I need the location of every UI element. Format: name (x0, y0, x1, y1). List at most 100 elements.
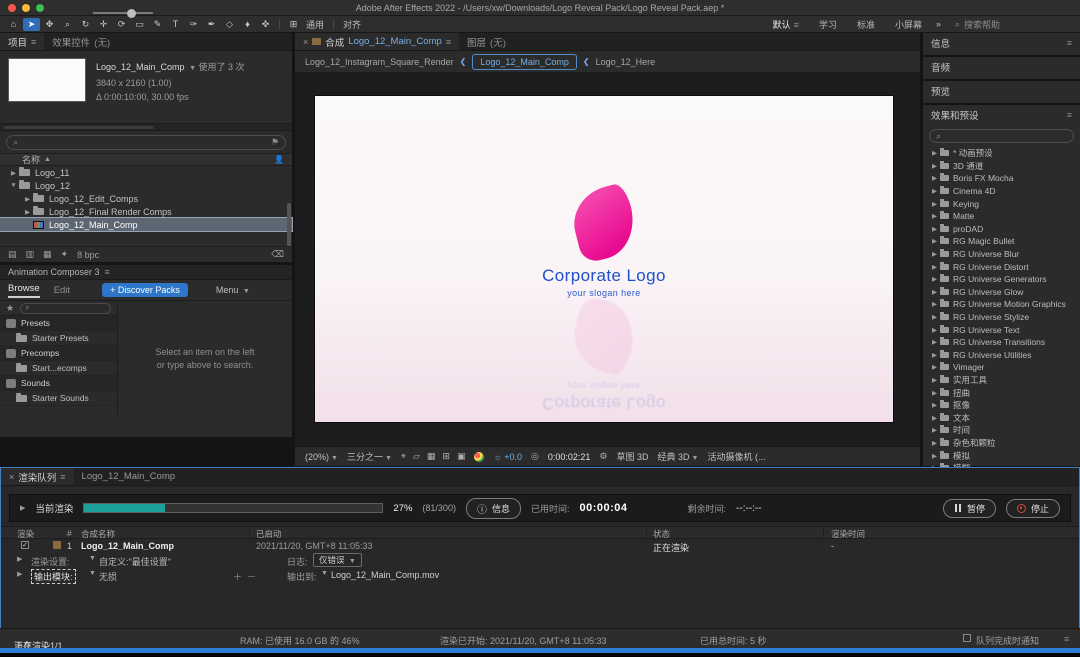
sort-ascending-icon[interactable]: ▲ (44, 156, 51, 163)
effects-category-row[interactable]: ▶Boris FX Mocha (923, 172, 1080, 185)
favorites-star-icon[interactable]: ★ (6, 303, 14, 314)
effects-category-row[interactable]: ▶RG Universe Stylize (923, 311, 1080, 324)
interpret-footage-icon[interactable]: ▤ (8, 249, 17, 260)
new-composition-icon[interactable]: ▦ (43, 249, 52, 260)
twirl-icon[interactable]: ▶ (929, 401, 940, 409)
slider-knob[interactable] (127, 9, 136, 18)
panel-menu-icon[interactable]: ≡ (60, 472, 65, 482)
panel-menu-icon[interactable]: ≡ (446, 37, 451, 47)
twirl-icon[interactable]: ▶ (929, 288, 940, 296)
render-checkbox[interactable]: ✓ (21, 541, 29, 549)
effects-category-row[interactable]: ▶Cinema 4D (923, 185, 1080, 198)
workspace-tab-4[interactable]: 小屏幕 (895, 18, 922, 31)
snapshot-camera-icon[interactable]: ◎ (531, 451, 539, 462)
twirl-icon[interactable]: ▶ (22, 195, 33, 203)
remove-output-module-button[interactable]: － (247, 570, 256, 583)
breadcrumb-item[interactable]: Logo_12_Here (596, 57, 656, 67)
pack-list-item[interactable]: Presets (0, 316, 117, 331)
discover-packs-button[interactable]: + Discover Packs (102, 283, 188, 297)
region-of-interest-icon[interactable]: ⌖ (401, 451, 406, 462)
effects-category-row[interactable]: ▶杂色和颗粒 (923, 437, 1080, 450)
orbit-camera-tool-icon[interactable]: ↻ (77, 18, 94, 31)
twirl-icon[interactable]: ▶ (929, 351, 940, 359)
brush-tool-icon[interactable]: ✑ (185, 18, 202, 31)
search-help-field[interactable]: ⌕ 搜索帮助 (955, 18, 1075, 31)
workspace-bar-icon[interactable]: ⊞ (285, 18, 302, 31)
tab-project[interactable]: 项目≡ (0, 33, 44, 50)
snapshot-icon[interactable]: ▣ (457, 451, 466, 462)
close-icon[interactable]: × (303, 37, 308, 47)
effects-category-row[interactable]: ▶RG Universe Utilities (923, 349, 1080, 362)
new-folder-icon[interactable]: ▥ (26, 249, 35, 260)
exposure-control[interactable]: ☼ +0.0 (493, 452, 522, 462)
panel-menu-icon[interactable]: ≡ (31, 37, 36, 47)
label-color-swatch[interactable] (53, 541, 61, 549)
tab-render-queue[interactable]: × 渲染队列 ≡ (1, 468, 74, 485)
magnification-dropdown[interactable]: (20%)▼ (305, 452, 338, 462)
twirl-icon[interactable]: ▶ (929, 187, 940, 195)
effects-category-row[interactable]: ▶文本 (923, 411, 1080, 424)
effects-category-row[interactable]: ▶Keying (923, 197, 1080, 210)
workspace-tab-3[interactable]: 标准 (857, 18, 875, 31)
add-output-module-button[interactable]: ＋ (233, 570, 242, 583)
twirl-icon[interactable]: ▶ (929, 212, 940, 220)
project-tree-item[interactable]: ▶Logo_11 (0, 166, 292, 179)
stamp-tool-icon[interactable]: ✒ (203, 18, 220, 31)
composition-canvas[interactable]: Corporate Logo your slogan here Corporat… (315, 96, 893, 422)
notify-checkbox[interactable] (963, 634, 971, 642)
trash-icon[interactable]: ⌫ (271, 249, 284, 260)
panel-menu-icon[interactable]: ≡ (1064, 634, 1069, 644)
preview-panel-title[interactable]: 预览 (931, 84, 950, 98)
twirl-icon[interactable]: ▶ (22, 208, 33, 216)
type-tool-icon[interactable]: T (167, 18, 184, 31)
snap-label[interactable]: 对齐 (343, 18, 361, 31)
menu-button[interactable]: Menu ▼ (216, 285, 250, 295)
pack-search-field[interactable]: ⌕ (20, 303, 111, 314)
pen-tool-icon[interactable]: ✎ (149, 18, 166, 31)
color-management-icon[interactable] (474, 452, 484, 462)
render-settings-label[interactable]: 渲染设置: (31, 555, 70, 568)
view-layout-dropdown[interactable]: 活动摄像机 (... (707, 450, 765, 463)
twirl-icon[interactable]: ▶ (929, 414, 940, 422)
audio-panel-title[interactable]: 音频 (931, 60, 950, 74)
rotate-tool-icon[interactable]: ⟳ (113, 18, 130, 31)
twirl-icon[interactable]: ▶ (929, 439, 940, 447)
project-search-field[interactable]: ⌕ ⚑ (6, 135, 286, 150)
effects-search-field[interactable]: ⌕ (929, 129, 1074, 143)
effects-category-row[interactable]: ▶时间 (923, 424, 1080, 437)
effects-category-row[interactable]: ▶模拟 (923, 449, 1080, 462)
breadcrumb-item[interactable]: Logo_12_Instagram_Square_Render (305, 57, 454, 67)
twirl-icon[interactable]: ▶ (929, 162, 940, 170)
tab-timeline-comp[interactable]: Logo_12_Main_Comp (74, 468, 183, 485)
twirl-icon[interactable]: ▶ (929, 326, 940, 334)
effects-category-row[interactable]: ▶RG Universe Blur (923, 248, 1080, 261)
effects-category-row[interactable]: ▶抠像 (923, 399, 1080, 412)
effects-category-row[interactable]: ▶* 动画预设 (923, 147, 1080, 160)
output-to-value[interactable]: Logo_12_Main_Comp.mov (331, 570, 439, 580)
twirl-icon[interactable]: ▶ (929, 426, 940, 434)
project-tree-item[interactable]: ▼Logo_12 (0, 179, 292, 192)
hand-tool-icon[interactable]: ✥ (41, 18, 58, 31)
effects-category-row[interactable]: ▶RG Magic Bullet (923, 235, 1080, 248)
effects-presets-title[interactable]: 效果和预设 (931, 108, 979, 122)
effects-category-row[interactable]: ▶实用工具 (923, 374, 1080, 387)
effects-category-row[interactable]: ▶Matte (923, 210, 1080, 223)
effects-category-row[interactable]: ▶RG Universe Distort (923, 260, 1080, 273)
twirl-icon[interactable]: ▶ (929, 300, 940, 308)
transparency-grid-icon[interactable]: ▱ (413, 451, 420, 462)
more-workspaces-chevron[interactable]: » (936, 19, 941, 29)
info-panel-title[interactable]: 信息 (931, 36, 950, 50)
pack-list-item[interactable]: Sounds (0, 376, 117, 391)
chevron-down-icon[interactable]: ▼ (89, 555, 96, 562)
twirl-icon[interactable]: ▶ (929, 225, 940, 233)
panel-menu-icon[interactable]: ≡ (1067, 38, 1072, 48)
twirl-icon[interactable]: ▶ (8, 169, 19, 177)
twirl-icon[interactable]: ▶ (929, 363, 940, 371)
twirl-icon[interactable]: ▶ (929, 313, 940, 321)
panel-menu-icon[interactable]: ≡ (105, 267, 110, 277)
pan-camera-tool-icon[interactable]: ✛ (95, 18, 112, 31)
name-column-header[interactable]: 名称 ▲ 👤 (0, 153, 292, 166)
effects-category-row[interactable]: ▶RG Universe Motion Graphics (923, 298, 1080, 311)
pause-button[interactable]: 暂停 (943, 499, 996, 518)
grid-guides-icon[interactable]: ⊞ (442, 451, 450, 462)
